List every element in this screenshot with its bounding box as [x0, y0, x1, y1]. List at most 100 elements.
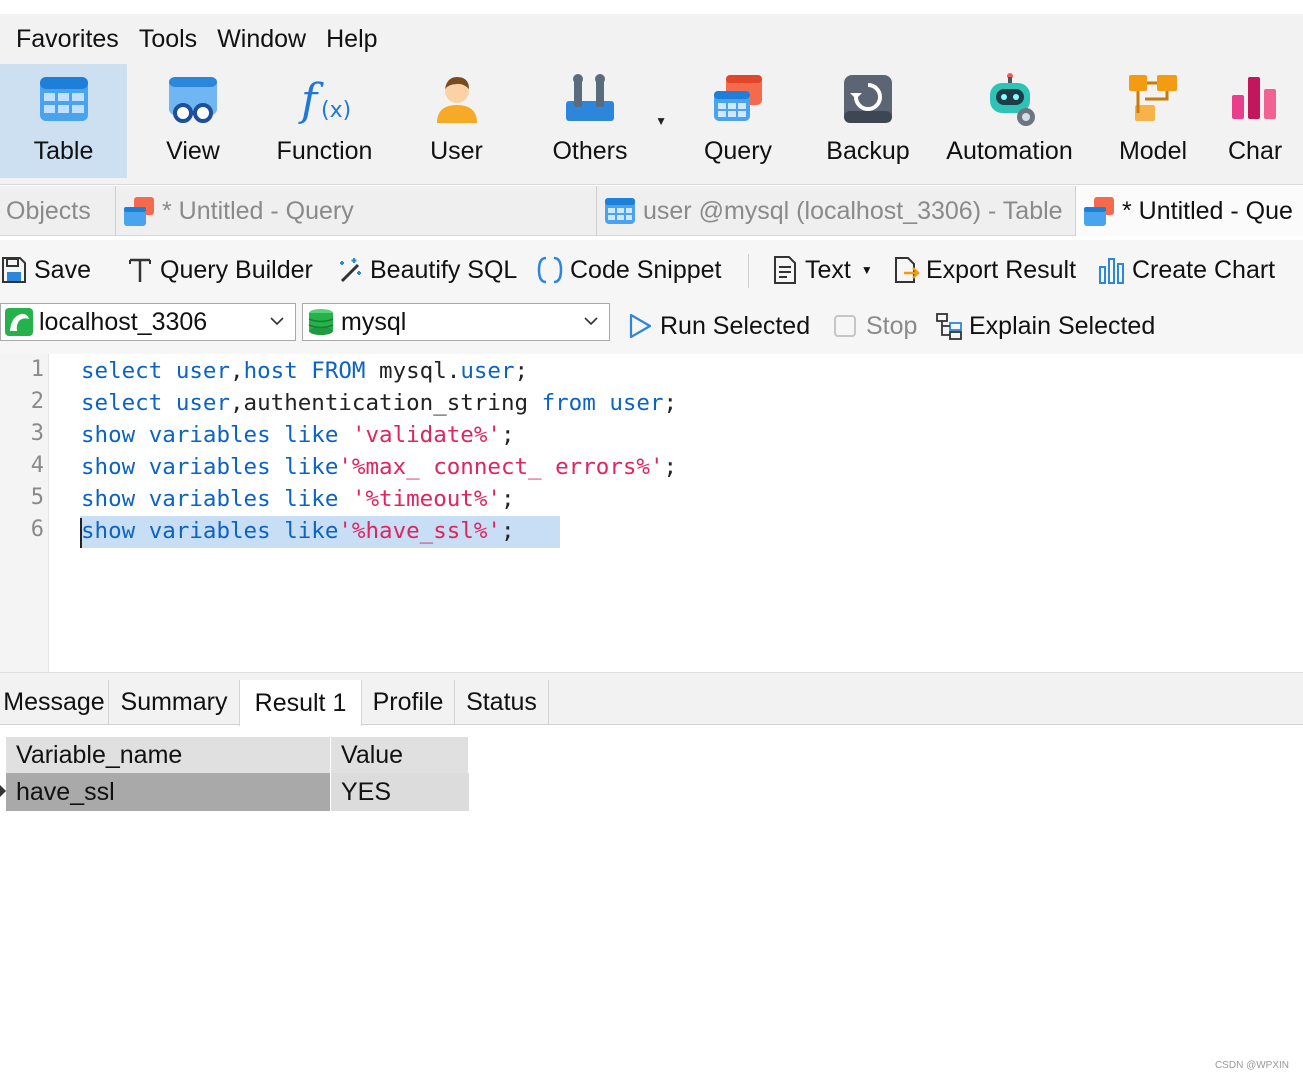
code-token: ; — [500, 518, 515, 544]
ribbon-function-button[interactable]: f (x) Function — [259, 64, 390, 178]
tab-label: * Untitled - Que — [1122, 196, 1293, 225]
column-header-label: Value — [341, 740, 404, 769]
code-token: ; — [500, 422, 515, 448]
code-token: '%timeout%' — [351, 486, 501, 512]
mysql-dolphin-icon — [5, 308, 33, 336]
tab-untitled-query-active[interactable]: * Untitled - Que — [1076, 186, 1303, 236]
text-output-button[interactable]: Text ▼ — [771, 250, 873, 290]
code-token: like — [284, 422, 352, 448]
ribbon-view-button[interactable]: View — [127, 64, 259, 178]
ribbon-automation-button[interactable]: Automation — [927, 64, 1092, 178]
text-dropdown-arrow-icon[interactable]: ▼ — [861, 263, 873, 277]
code-token: ; — [514, 358, 529, 384]
toolbar-separator — [748, 254, 749, 288]
text-cursor — [80, 518, 82, 548]
code-token: mysql. — [379, 358, 461, 384]
svg-text:(x): (x) — [321, 98, 351, 123]
stop-button[interactable]: Stop — [832, 306, 917, 346]
explain-selected-button[interactable]: Explain Selected — [935, 306, 1155, 346]
connection-select[interactable]: localhost_3306 — [0, 303, 296, 341]
menu-favorites[interactable]: Favorites — [6, 25, 129, 54]
table-cell[interactable]: have_ssl — [6, 773, 331, 811]
database-select[interactable]: mysql — [302, 303, 610, 341]
column-header-variable-name[interactable]: Variable_name — [6, 737, 331, 773]
export-result-button[interactable]: Export Result — [892, 250, 1076, 290]
code-line: select user,authentication_string from u… — [81, 387, 677, 419]
tab-objects[interactable]: Objects — [0, 186, 116, 236]
code-token: 'validate%' — [351, 422, 501, 448]
tab-message[interactable]: Message — [0, 680, 109, 725]
tab-untitled-query-1[interactable]: * Untitled - Query — [116, 186, 597, 236]
text-label: Text — [805, 255, 851, 284]
ribbon-label: Query — [703, 137, 773, 165]
tab-profile[interactable]: Profile — [362, 680, 455, 725]
chevron-down-icon — [584, 317, 598, 326]
model-icon — [1129, 75, 1177, 121]
menu-tools[interactable]: Tools — [129, 25, 207, 54]
save-button[interactable]: Save — [0, 250, 91, 290]
ribbon-label: Function — [276, 137, 373, 165]
code-token: variables — [148, 422, 285, 448]
column-header-value[interactable]: Value — [331, 737, 469, 773]
tab-label: Objects — [6, 196, 91, 225]
code-snippet-label: Code Snippet — [570, 255, 722, 284]
code-token: ; — [663, 454, 678, 480]
table-tab-icon — [605, 198, 635, 224]
stop-label: Stop — [866, 311, 918, 340]
code-line: show variables like'%max_ connect_ error… — [81, 451, 677, 483]
create-chart-button[interactable]: Create Chart — [1098, 250, 1275, 290]
ribbon-user-button[interactable]: User — [390, 64, 523, 178]
code-token: select — [81, 390, 176, 416]
tab-label: Result 1 — [254, 688, 347, 717]
tab-summary[interactable]: Summary — [109, 680, 240, 725]
table-cell[interactable]: YES — [331, 773, 469, 811]
save-icon — [2, 257, 26, 283]
query-toolbar: Save Query Builder Beautify SQL Code Sni… — [0, 240, 1303, 298]
code-token: show — [81, 422, 149, 448]
chevron-down-icon — [270, 317, 284, 326]
tab-label: Profile — [372, 688, 444, 716]
code-token: variables — [148, 486, 285, 512]
query-builder-label: Query Builder — [160, 255, 313, 284]
column-header-label: Variable_name — [16, 740, 183, 769]
tab-label: user @mysql (localhost_3306) - Table — [643, 196, 1063, 225]
ribbon-label: Model — [1118, 137, 1188, 165]
sql-editor[interactable]: 1 2 3 4 5 6 select user,host FROM mysql.… — [0, 354, 1303, 672]
ribbon-backup-button[interactable]: Backup — [809, 64, 927, 178]
automation-icon — [989, 73, 1035, 126]
ribbon-model-button[interactable]: Model — [1092, 64, 1214, 178]
menu-help[interactable]: Help — [316, 25, 387, 54]
connection-value: localhost_3306 — [39, 307, 208, 336]
code-token: user — [175, 390, 231, 416]
ribbon-table-button[interactable]: Table — [0, 64, 127, 178]
ribbon-chart-button[interactable]: Char — [1214, 64, 1294, 178]
beautify-sql-button[interactable]: Beautify SQL — [336, 250, 517, 290]
code-token: show — [81, 454, 149, 480]
tab-status[interactable]: Status — [455, 680, 549, 725]
run-selected-button[interactable]: Run Selected — [626, 306, 810, 346]
bar-chart-icon — [1099, 258, 1124, 284]
code-token: from — [541, 390, 610, 416]
ribbon-label: Others — [552, 137, 628, 165]
code-snippet-button[interactable]: Code Snippet — [536, 250, 722, 290]
tab-user-table[interactable]: user @mysql (localhost_3306) - Table — [597, 186, 1076, 236]
database-value: mysql — [341, 307, 407, 336]
export-icon — [895, 257, 920, 283]
menu-window[interactable]: Window — [207, 25, 316, 54]
database-icon — [308, 309, 334, 335]
tab-result-1[interactable]: Result 1 — [239, 680, 362, 726]
tab-label: Message — [3, 688, 105, 716]
panel-splitter[interactable] — [0, 672, 1303, 680]
line-number: 5 — [30, 485, 44, 510]
run-selected-label: Run Selected — [660, 311, 811, 340]
code-token: ; — [663, 390, 678, 416]
line-number: 6 — [30, 517, 44, 542]
ribbon-label: Automation — [946, 137, 1073, 165]
code-line: show variables like'%have_ssl%'; — [81, 515, 515, 547]
ribbon-others-button[interactable]: Others ▼ — [523, 64, 667, 178]
ribbon-query-button[interactable]: Query — [657, 64, 809, 178]
query-builder-button[interactable]: Query Builder — [126, 250, 313, 290]
run-toolbar: localhost_3306 mysql Run Selected Stop E — [0, 298, 1303, 354]
backup-icon — [844, 75, 892, 123]
code-token: '%have_ssl%' — [338, 518, 501, 544]
